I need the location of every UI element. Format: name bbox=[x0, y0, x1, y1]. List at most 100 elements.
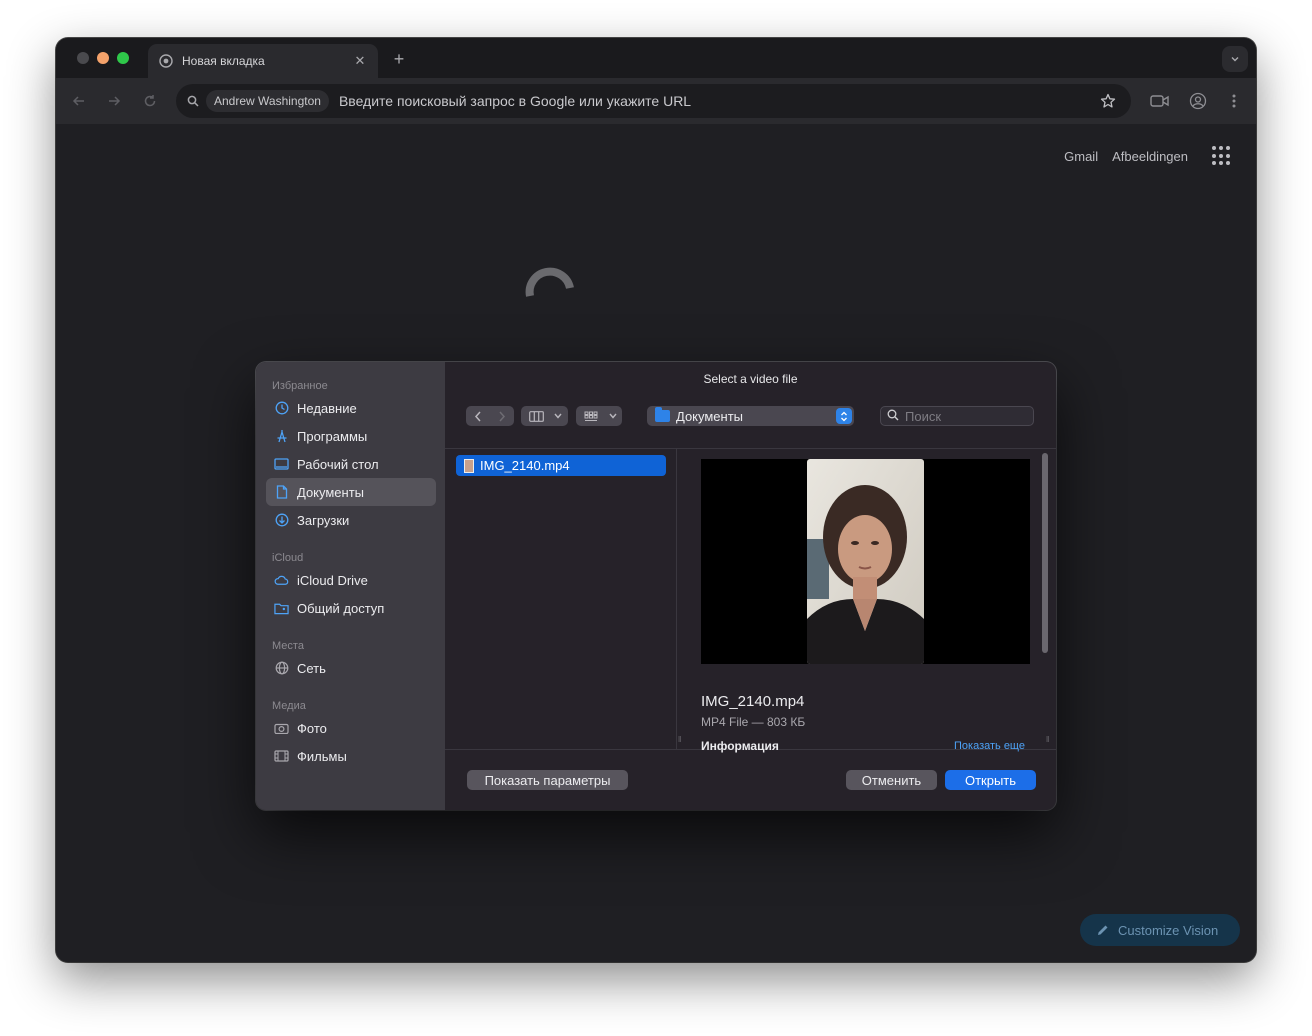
desktop-icon bbox=[274, 457, 289, 472]
forward-button[interactable] bbox=[103, 90, 125, 112]
sidebar-section-media: Медиа bbox=[272, 700, 306, 712]
google-apps-icon[interactable] bbox=[1212, 146, 1232, 166]
window-close-button[interactable] bbox=[77, 52, 89, 64]
shared-folder-icon bbox=[274, 601, 289, 616]
sidebar-item-label: Программы bbox=[297, 428, 368, 444]
more-menu-icon[interactable] bbox=[1223, 90, 1245, 112]
film-icon bbox=[274, 749, 289, 764]
show-options-button[interactable]: Показать параметры bbox=[467, 770, 628, 790]
column-resize-handle[interactable]: ‖ bbox=[678, 735, 686, 744]
sidebar-item-documents[interactable]: Документы bbox=[266, 478, 436, 506]
sidebar-section-favorites: Избранное bbox=[272, 380, 328, 392]
globe-icon bbox=[274, 661, 289, 676]
grid-icon bbox=[576, 406, 606, 426]
sidebar-item-label: iCloud Drive bbox=[297, 572, 368, 588]
chevron-down-icon bbox=[606, 406, 620, 426]
sidebar-item-label: Фото bbox=[297, 720, 327, 736]
arrow-left-icon bbox=[72, 96, 84, 106]
folder-icon bbox=[655, 407, 670, 422]
sidebar-item-label: Загрузки bbox=[297, 512, 350, 528]
up-down-chevron-icon bbox=[836, 408, 852, 424]
preview-info-heading: Информация bbox=[701, 739, 779, 753]
bookmark-star-icon[interactable] bbox=[1099, 92, 1117, 110]
chevron-down-icon bbox=[551, 406, 565, 426]
clock-icon bbox=[274, 401, 289, 416]
sidebar-item-network[interactable]: Сеть bbox=[266, 654, 436, 682]
sidebar-item-icloud-drive[interactable]: iCloud Drive bbox=[266, 566, 436, 594]
window-minimize-button[interactable] bbox=[97, 52, 109, 64]
google-logo bbox=[525, 267, 574, 297]
columns-view-icon bbox=[521, 406, 551, 426]
gmail-link[interactable]: Gmail bbox=[1064, 149, 1098, 164]
column-resize-handle[interactable]: ‖ bbox=[1046, 735, 1054, 744]
sidebar-item-label: Сеть bbox=[297, 660, 326, 676]
arrow-right-icon bbox=[109, 96, 121, 106]
back-button[interactable] bbox=[68, 90, 90, 112]
search-input[interactable]: Поиск bbox=[880, 406, 1034, 426]
location-label: Документы bbox=[676, 408, 744, 424]
tab-strip: Новая вкладка ✕ + bbox=[56, 38, 1256, 78]
document-icon bbox=[274, 485, 289, 500]
new-tab-page: Gmail Afbeeldingen Customize Vision Избр… bbox=[56, 124, 1256, 962]
file-row-selected[interactable]: IMG_2140.mp4 bbox=[456, 455, 666, 476]
camera-icon bbox=[274, 721, 289, 736]
dialog-title: Select a video file bbox=[703, 372, 798, 386]
video-frame-image bbox=[807, 459, 924, 664]
tab-new-tab[interactable]: Новая вкладка ✕ bbox=[148, 44, 378, 78]
camera-extension-icon[interactable] bbox=[1149, 90, 1171, 112]
download-icon bbox=[274, 513, 289, 528]
group-by-selector[interactable] bbox=[576, 406, 622, 426]
customize-button[interactable]: Customize Vision bbox=[1080, 914, 1240, 946]
apps-icon bbox=[274, 429, 289, 444]
cloud-icon bbox=[274, 573, 289, 588]
close-tab-icon[interactable]: ✕ bbox=[352, 53, 368, 69]
back-icon[interactable] bbox=[466, 406, 490, 426]
sidebar-item-label: Общий доступ bbox=[297, 600, 385, 616]
search-placeholder: Поиск bbox=[905, 408, 942, 424]
sidebar-item-photos[interactable]: Фото bbox=[266, 714, 436, 742]
sidebar-item-movies[interactable]: Фильмы bbox=[266, 742, 436, 770]
search-icon bbox=[887, 409, 899, 424]
video-thumbnail-icon bbox=[464, 458, 474, 473]
images-link[interactable]: Afbeeldingen bbox=[1112, 149, 1188, 164]
tab-title: Новая вкладка bbox=[182, 54, 265, 68]
sidebar-item-label: Документы bbox=[297, 484, 365, 500]
view-mode-selector[interactable] bbox=[521, 406, 568, 426]
video-preview bbox=[701, 459, 1030, 664]
forward-icon[interactable] bbox=[490, 406, 514, 426]
browser-window: Новая вкладка ✕ + Andrew Washington Введ… bbox=[56, 38, 1256, 962]
profile-icon[interactable] bbox=[1187, 90, 1209, 112]
reload-button[interactable] bbox=[139, 90, 161, 112]
sidebar-item-shared[interactable]: Общий доступ bbox=[266, 594, 436, 622]
sidebar-item-recents[interactable]: Недавние bbox=[266, 394, 436, 422]
cancel-button[interactable]: Отменить bbox=[846, 770, 937, 790]
chevron-down-icon bbox=[1231, 57, 1239, 62]
file-open-dialog: Избранное Недавние Программы Рабочий сто… bbox=[256, 362, 1056, 810]
search-icon bbox=[186, 94, 200, 108]
file-column: IMG_2140.mp4 ‖ bbox=[445, 449, 681, 749]
show-more-link[interactable]: Показать еще bbox=[954, 740, 1025, 752]
browser-toolbar: Andrew Washington Введите поисковый запр… bbox=[56, 78, 1256, 124]
dialog-sidebar: Избранное Недавние Программы Рабочий сто… bbox=[256, 362, 445, 810]
preview-scrollbar[interactable] bbox=[1042, 453, 1048, 653]
new-tab-button[interactable]: + bbox=[388, 48, 410, 70]
top-links: Gmail Afbeeldingen bbox=[1064, 146, 1232, 166]
sidebar-item-label: Недавние bbox=[297, 400, 357, 416]
location-popup[interactable]: Документы bbox=[647, 406, 854, 426]
file-browser: IMG_2140.mp4 ‖ IMG_2140.mp4 MP4 File — 8… bbox=[445, 448, 1056, 753]
preview-file-meta: MP4 File — 803 КБ bbox=[701, 715, 806, 729]
sidebar-item-applications[interactable]: Программы bbox=[266, 422, 436, 450]
sidebar-section-icloud: iCloud bbox=[272, 552, 304, 564]
open-button[interactable]: Открыть bbox=[945, 770, 1036, 790]
chrome-icon bbox=[158, 53, 174, 69]
address-bar[interactable]: Andrew Washington Введите поисковый запр… bbox=[176, 84, 1131, 118]
profile-search-chip[interactable]: Andrew Washington bbox=[206, 90, 329, 112]
sidebar-item-label: Фильмы bbox=[297, 748, 347, 764]
pencil-icon bbox=[1098, 925, 1108, 935]
address-input[interactable]: Введите поисковый запрос в Google или ук… bbox=[339, 93, 1099, 109]
sidebar-item-desktop[interactable]: Рабочий стол bbox=[266, 450, 436, 478]
reload-icon bbox=[144, 95, 156, 107]
tab-search-button[interactable] bbox=[1222, 46, 1248, 72]
window-zoom-button[interactable] bbox=[117, 52, 129, 64]
sidebar-item-downloads[interactable]: Загрузки bbox=[266, 506, 436, 534]
